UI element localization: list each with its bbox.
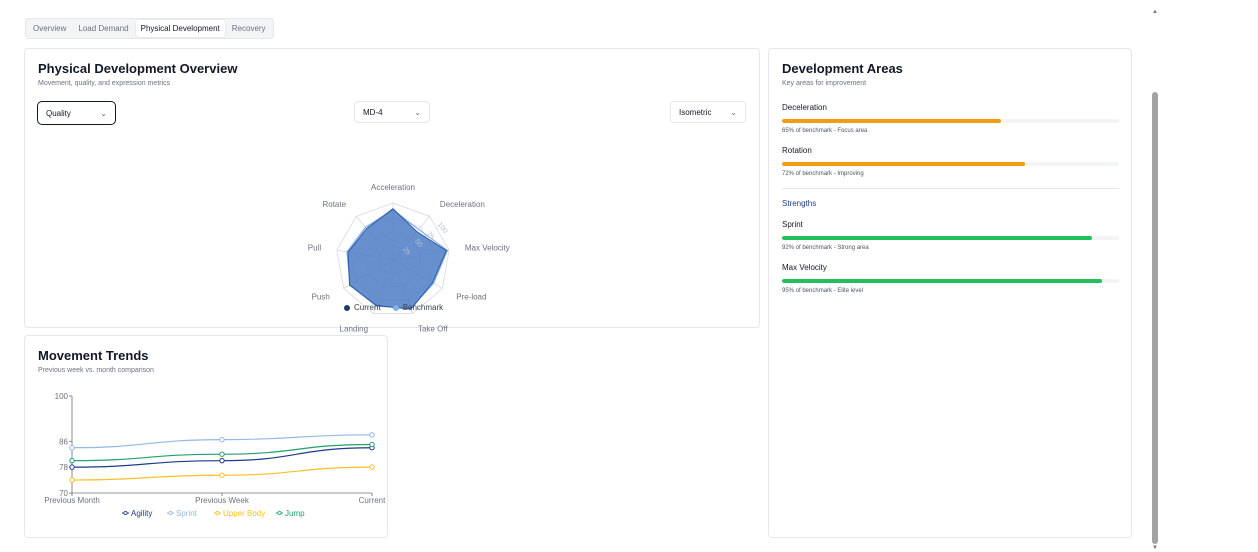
radar-axis-label: Take Off (418, 325, 448, 334)
scroll-down-icon[interactable]: ▼ (1150, 544, 1160, 552)
x-tick-label: Current (359, 496, 386, 505)
radar-axis-label: Rotate (322, 200, 346, 209)
legend-label: Sprint (176, 509, 198, 518)
series-point (219, 451, 225, 457)
series-point (69, 464, 75, 470)
mode-select[interactable]: Isometric ⌄ (670, 101, 746, 123)
tab-recovery[interactable]: Recovery (227, 20, 271, 37)
area-deceleration-bar (782, 119, 1119, 123)
series-point (219, 457, 225, 464)
area-rotation-note: 72% of benchmark - Improving (782, 171, 864, 177)
legend-label: Agility (131, 509, 152, 518)
series-point (69, 445, 75, 451)
radar-axis-label: Max Velocity (465, 243, 510, 252)
radar-axis-label: Pre-load (456, 293, 486, 302)
strength-sprint-label: Sprint (782, 220, 803, 229)
series-point (369, 464, 375, 470)
overview-title: Physical Development Overview (38, 61, 238, 76)
legend-marker (168, 510, 173, 515)
areas-subtitle: Key areas for improvement (782, 80, 867, 87)
tab-overview[interactable]: Overview (28, 20, 71, 37)
legend-benchmark[interactable]: Benchmark (392, 303, 444, 312)
radar-axis-label: Pull (308, 243, 322, 252)
legend-label: Upper Body (223, 509, 265, 518)
series-point (219, 436, 225, 443)
radar-axis-label: Acceleration (371, 183, 415, 192)
scrollbar-thumb[interactable] (1152, 92, 1158, 544)
movement-trends-card: Movement Trends Previous week vs. month … (24, 335, 388, 538)
legend-current[interactable]: Current (344, 303, 381, 312)
y-tick-label: 86 (59, 437, 68, 446)
strength-max-velocity-label: Max Velocity (782, 263, 827, 272)
strength-max-velocity-note: 95% of benchmark - Elite level (782, 288, 864, 294)
series-point (219, 472, 225, 478)
legend-benchmark-dot (392, 304, 399, 311)
radar-axis-label: Landing (340, 325, 368, 334)
md-select[interactable]: MD-4 ⌄ (354, 101, 430, 123)
physical-development-overview-card: Physical Development Overview Movement, … (24, 48, 760, 334)
quality-select-value: Quality (46, 108, 71, 118)
strength-max-velocity-fill (782, 279, 1103, 283)
strength-sprint-fill (782, 236, 1093, 240)
legend-label: Jump (285, 509, 305, 518)
y-tick-label: 78 (59, 463, 68, 472)
legend-marker (123, 510, 128, 515)
y-tick-label: 100 (55, 392, 69, 401)
area-rotation-bar (782, 162, 1119, 166)
strength-sprint-note: 92% of benchmark - Strong area (782, 245, 869, 251)
radar-scale-tick: 100 (436, 221, 449, 235)
series-point (69, 457, 75, 464)
overview-subtitle: Movement, quality, and expression metric… (38, 80, 171, 87)
strength-max-velocity-bar (782, 279, 1119, 283)
x-tick-label: Previous Week (195, 496, 250, 505)
development-areas-card: Development Areas Key areas for improvem… (768, 48, 1132, 538)
chevron-down-icon: ⌄ (100, 108, 107, 118)
series-point (69, 477, 75, 483)
series-point (369, 432, 375, 438)
area-deceleration-note: 65% of benchmark - Focus area (782, 128, 868, 134)
radar-legend: Current Benchmark (344, 303, 443, 312)
series-point (369, 441, 375, 448)
quality-select[interactable]: Quality ⌄ (37, 101, 116, 125)
md-select-value: MD-4 (363, 107, 383, 117)
legend-current-dot (344, 304, 350, 311)
page-scrollbar[interactable]: ▲ ▼ (1150, 8, 1160, 552)
areas-title: Development Areas (782, 61, 903, 76)
strength-sprint-bar (782, 236, 1119, 240)
radar-axis-label: Deceleration (440, 200, 485, 209)
legend-current-label: Current (354, 303, 381, 312)
x-tick-label: Previous Month (44, 496, 100, 505)
strengths-heading: Strengths (782, 199, 817, 208)
area-rotation-label: Rotation (782, 146, 812, 155)
legend-marker (215, 510, 220, 515)
legend-benchmark-label: Benchmark (402, 303, 444, 312)
movement-trends-chart: 707886100Previous Month Previous Week Curr… (44, 392, 386, 518)
tab-bar: Overview Load Demand Physical Developmen… (25, 18, 274, 39)
radar-axis-label: Push (312, 293, 330, 302)
area-rotation-fill (782, 162, 1025, 166)
chevron-down-icon: ⌄ (414, 107, 421, 117)
chevron-down-icon: ⌄ (730, 107, 737, 117)
tab-physical-development[interactable]: Physical Development (135, 20, 225, 37)
scroll-up-icon[interactable]: ▲ (1150, 8, 1160, 16)
areas-divider (782, 188, 1119, 189)
legend-marker (277, 510, 282, 515)
series-line (71, 447, 373, 468)
area-deceleration-fill (782, 119, 1002, 123)
area-deceleration-label: Deceleration (782, 103, 827, 112)
mode-select-value: Isometric (679, 107, 712, 117)
tab-load-demand[interactable]: Load Demand (73, 20, 133, 37)
